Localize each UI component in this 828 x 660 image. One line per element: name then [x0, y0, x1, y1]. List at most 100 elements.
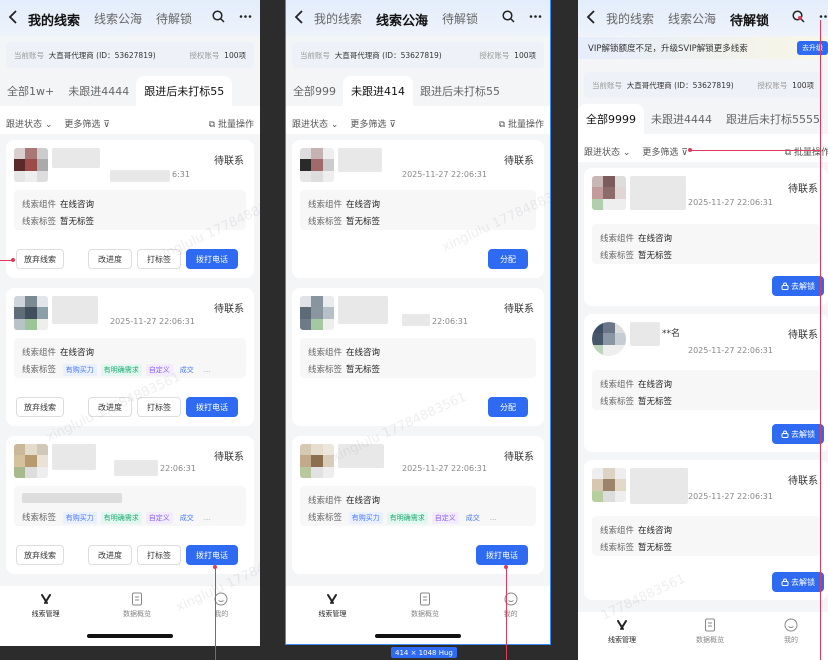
bottom-nav: 线索管理 数据概览 我的 — [0, 586, 260, 636]
lead-time: 6:31 — [172, 170, 190, 179]
tab-my-leads[interactable]: 我的线索 — [28, 10, 80, 29]
tab-my-leads[interactable]: 我的线索 — [606, 10, 654, 29]
filter-status[interactable]: 跟进状态 ⌄ — [6, 117, 52, 130]
nav-mine[interactable]: 我的 — [214, 592, 228, 619]
filter-more[interactable]: 更多筛选 ⊽ — [64, 117, 109, 130]
segment-not-followed[interactable]: 未跟进414 — [343, 76, 413, 106]
avatar — [300, 148, 334, 182]
lead-time: 22:06:31 — [160, 464, 196, 473]
lock-icon — [781, 578, 789, 586]
tab-lead-pool[interactable]: 线索公海 — [376, 10, 428, 29]
progress-button[interactable]: 改进度 — [88, 545, 132, 565]
segment-all[interactable]: 全部999 — [286, 83, 343, 106]
lead-name: **名 — [662, 329, 681, 339]
back-icon[interactable] — [294, 10, 304, 24]
progress-button[interactable]: 改进度 — [88, 397, 132, 417]
annotation-dot — [11, 258, 15, 262]
unlock-button[interactable]: 去解锁 — [772, 572, 824, 592]
batch-action-button[interactable]: ⧉ 批量操作 — [499, 117, 544, 130]
tag-button[interactable]: 打标签 — [137, 545, 181, 565]
assign-button[interactable]: 分配 — [488, 397, 528, 417]
lead-time: 2025-11-27 22:06:31 — [688, 492, 773, 501]
tab-lead-pool[interactable]: 线索公海 — [668, 10, 716, 29]
unlock-button[interactable]: 去解锁 — [772, 424, 824, 444]
lead-card[interactable]: 6:31 待联系 线索组件 在线咨询 线索标签 暂无标签 放弃线索 改进度 打标签 … — [6, 140, 254, 278]
segment-followed-untagged[interactable]: 跟进后未打标5555 — [719, 111, 827, 134]
call-button[interactable]: 拨打电话 — [186, 545, 238, 565]
lead-card[interactable]: 2025-11-27 22:06:31 待联系 线索组件 在线咨询 线索标签 暂无标… — [584, 168, 828, 306]
assign-button[interactable]: 分配 — [488, 249, 528, 269]
filter-bar: 跟进状态 ⌄ 更多筛选 ⊽ ⧉ 批量操作 — [292, 115, 544, 131]
nav-data-overview[interactable]: 数据概览 — [123, 592, 151, 619]
lead-info: 线索组件 在线咨询 线索标签 暂无标签 — [592, 516, 820, 556]
filter-status[interactable]: 跟进状态 ⌄ — [584, 145, 630, 158]
annotation-dot — [213, 565, 217, 569]
top-header: 我的线索 线索公海 待解锁 — [286, 0, 550, 36]
document-icon — [131, 592, 142, 606]
nav-data-overview[interactable]: 数据概览 — [696, 618, 724, 645]
nav-lead-management[interactable]: 线索管理 — [32, 592, 60, 619]
lead-info: 线索组件 在线咨询 线索标签 有购买力 有明确需求 自定义 成交... — [300, 486, 536, 526]
status-badge: 待联系 — [214, 304, 244, 315]
segment-not-followed[interactable]: 未跟进4444 — [61, 83, 136, 106]
segment-not-followed[interactable]: 未跟进4444 — [644, 111, 719, 134]
frame-size-badge: 414 × 1048 Hug — [391, 647, 457, 658]
lead-card[interactable]: 2025-11-27 22:06:31 待联系 线索组件 在线咨询 线索标签 暂无标… — [584, 460, 828, 600]
tab-to-unlock[interactable]: 待解锁 — [156, 10, 192, 29]
batch-action-button[interactable]: ⧉ 批量操作 — [785, 145, 828, 158]
call-button[interactable]: 拨打电话 — [186, 249, 238, 269]
lead-card[interactable]: 2025-11-27 22:06:31 待联系 线索组件 在线咨询 线索标签 有购… — [292, 436, 544, 574]
more-icon[interactable] — [239, 10, 252, 23]
annotation-dot — [688, 148, 692, 152]
tag-button[interactable]: 打标签 — [137, 249, 181, 269]
nav-data-overview[interactable]: 数据概览 — [411, 592, 439, 619]
account-value: 大直哥代理商 (ID：53627819) — [48, 50, 156, 60]
lead-card[interactable]: 2025-11-27 22:06:31 待联系 线索组件 在线咨询 线索标签 暂无标… — [292, 140, 544, 278]
nav-lead-management[interactable]: 线索管理 — [318, 592, 346, 619]
search-icon[interactable] — [212, 10, 225, 23]
abandon-button[interactable]: 放弃线索 — [16, 545, 64, 565]
lead-card[interactable]: 22:06:31 待联系 线索组件 在线咨询 线索标签 暂无标签 分配 — [292, 288, 544, 426]
lead-card[interactable]: 2025-11-27 22:06:31 待联系 线索组件 在线咨询 线索标签 有购… — [6, 288, 254, 426]
tab-to-unlock[interactable]: 待解锁 — [730, 10, 769, 29]
tab-to-unlock[interactable]: 待解锁 — [442, 10, 478, 29]
filter-more[interactable]: 更多筛选 ⊽ — [642, 145, 687, 158]
upgrade-button[interactable]: 去升级 — [797, 41, 828, 55]
top-header: 我的线索 线索公海 待解锁 — [0, 0, 260, 36]
segment-followed-untagged[interactable]: 跟进后未打标55 — [413, 83, 507, 106]
avatar — [14, 296, 48, 330]
lead-card[interactable]: **名 2025-11-27 22:06:31 待联系 线索组件 在线咨询 线索标… — [584, 314, 828, 452]
call-button[interactable]: 拨打电话 — [476, 545, 528, 565]
tag-chip: 有购买力 — [62, 364, 97, 376]
segment-followed-untagged[interactable]: 跟进后未打标55 — [136, 76, 233, 106]
batch-action-button[interactable]: ⧉ 批量操作 — [209, 117, 254, 130]
top-tabs: 我的线索 线索公海 待解锁 — [28, 10, 192, 29]
lock-icon — [781, 282, 789, 290]
home-indicator — [87, 634, 173, 638]
back-icon[interactable] — [586, 10, 596, 24]
lead-time: 2025-11-27 22:06:31 — [688, 346, 773, 355]
tab-lead-pool[interactable]: 线索公海 — [94, 10, 142, 29]
unlock-button[interactable]: 去解锁 — [772, 276, 824, 296]
phone-to-unlock: 我的线索 线索公海 待解锁 VIP解锁额度不足，升级SVIP解锁更多线索 去升级… — [578, 0, 828, 660]
lead-card[interactable]: 22:06:31 待联系 线索标签 有购买力 有明确需求 自定义 成交... 放弃线索… — [6, 436, 254, 574]
abandon-button[interactable]: 放弃线索 — [16, 249, 64, 269]
filter-status[interactable]: 跟进状态 ⌄ — [292, 117, 338, 130]
account-label: 当前账号 — [14, 50, 44, 60]
nav-lead-management[interactable]: 线索管理 — [608, 618, 636, 645]
search-icon[interactable] — [502, 10, 515, 23]
lead-info: 线索组件 在线咨询 线索标签 暂无标签 — [592, 370, 820, 410]
tab-my-leads[interactable]: 我的线索 — [314, 10, 362, 29]
more-icon[interactable] — [529, 10, 542, 23]
abandon-button[interactable]: 放弃线索 — [16, 397, 64, 417]
segment-all[interactable]: 全部1w+ — [0, 83, 61, 106]
tag-chip: 成交 — [179, 366, 194, 374]
call-button[interactable]: 拨打电话 — [186, 397, 238, 417]
progress-button[interactable]: 改进度 — [88, 249, 132, 269]
nav-mine[interactable]: 我的 — [784, 618, 798, 645]
filter-more[interactable]: 更多筛选 ⊽ — [350, 117, 395, 130]
upgrade-text: VIP解锁额度不足，升级SVIP解锁更多线索 — [588, 44, 748, 54]
tag-button[interactable]: 打标签 — [137, 397, 181, 417]
segment-all[interactable]: 全部9999 — [578, 104, 644, 134]
back-icon[interactable] — [8, 10, 18, 24]
